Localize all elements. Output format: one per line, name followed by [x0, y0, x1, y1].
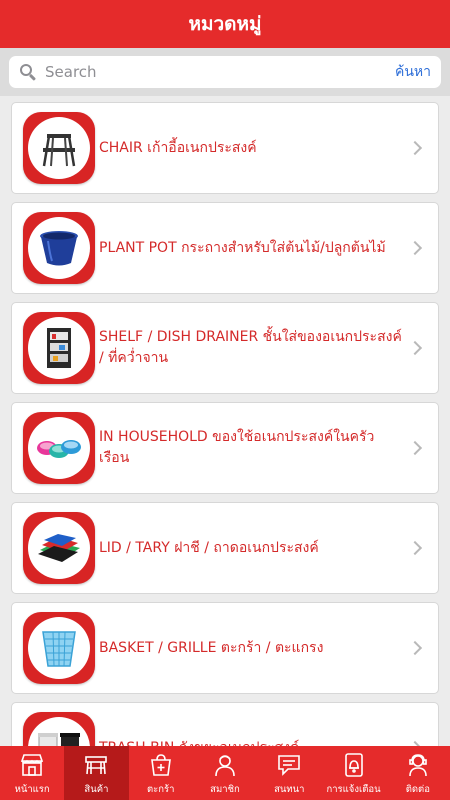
chevron-right-icon	[407, 140, 423, 156]
category-thumbnail	[23, 312, 95, 384]
category-thumbnail	[23, 712, 95, 746]
category-item-trash-bin[interactable]: TRASH BIN ถังขยะอเนกประสงค์	[11, 702, 439, 746]
notification-icon	[339, 750, 369, 780]
cart-icon	[146, 750, 176, 780]
tab-member[interactable]: สมาชิก	[193, 746, 257, 800]
contact-icon	[403, 750, 433, 780]
shelf-icon	[47, 328, 71, 368]
tab-label: ตะกร้า	[146, 784, 175, 795]
category-label: TRASH BIN ถังขยะอเนกประสงค์	[99, 738, 299, 747]
tray-icon	[38, 534, 80, 562]
chevron-right-icon	[407, 440, 423, 456]
category-list: CHAIR เก้าอี้อเนกประสงค์ PLANT POT กระถา…	[0, 96, 450, 746]
chevron-right-icon	[407, 540, 423, 556]
plant-pot-icon	[40, 231, 78, 266]
category-item-chair[interactable]: CHAIR เก้าอี้อเนกประสงค์	[11, 102, 439, 194]
tab-label: สนทนา	[274, 784, 305, 795]
tab-chat[interactable]: สนทนา	[257, 746, 321, 800]
category-thumbnail	[23, 212, 95, 284]
search-button[interactable]: ค้นหา	[395, 61, 431, 83]
category-item-plant-pot[interactable]: PLANT POT กระถางสำหรับใส่ต้นไม้/ปลูกต้นไ…	[11, 202, 439, 294]
search-bar: ค้นหา	[0, 48, 450, 96]
tab-label: สมาชิก	[210, 784, 240, 795]
tab-label: การแจ้งเตือน	[326, 784, 381, 795]
store-icon	[17, 750, 47, 780]
tab-home[interactable]: หน้าแรก	[0, 746, 64, 800]
category-label: CHAIR เก้าอี้อเนกประสงค์	[99, 139, 257, 156]
search-input[interactable]	[45, 63, 395, 81]
tab-label: สินค้า	[84, 784, 109, 795]
category-label: LID / TARY ฝาชี / ถาดอเนกประสงค์	[99, 539, 319, 556]
basket-icon	[42, 631, 76, 667]
category-thumbnail	[23, 412, 95, 484]
tab-contact[interactable]: ติดต่อ	[386, 746, 450, 800]
bottom-tab-bar: หน้าแรก สินค้า ตะกร้า สมาชิก สนทนา การแจ…	[0, 746, 450, 800]
search-icon	[19, 63, 37, 81]
tab-products[interactable]: สินค้า	[64, 746, 129, 800]
page-title: หมวดหมู่	[188, 13, 262, 35]
category-label: BASKET / GRILLE ตะกร้า / ตะแกรง	[99, 639, 324, 656]
product-icon	[81, 750, 111, 780]
member-icon	[210, 750, 240, 780]
chevron-right-icon	[407, 340, 423, 356]
header-bar: หมวดหมู่	[0, 0, 450, 48]
tab-label: ติดต่อ	[405, 784, 430, 795]
category-label: IN HOUSEHOLD ของใช้อเนกประสงค์ในครัวเรือ…	[99, 429, 375, 466]
search-box[interactable]: ค้นหา	[9, 56, 441, 88]
category-thumbnail	[23, 112, 95, 184]
tab-cart[interactable]: ตะกร้า	[129, 746, 193, 800]
tab-label: หน้าแรก	[14, 784, 50, 795]
category-thumbnail	[23, 612, 95, 684]
chevron-right-icon	[407, 240, 423, 256]
category-thumbnail	[23, 512, 95, 584]
chat-icon	[274, 750, 304, 780]
step-stool-icon	[42, 134, 76, 167]
category-item-shelf[interactable]: SHELF / DISH DRAINER ชั้นใส่ของอเนกประสง…	[11, 302, 439, 394]
chevron-right-icon	[407, 640, 423, 656]
category-label: SHELF / DISH DRAINER ชั้นใส่ของอเนกประสง…	[99, 329, 402, 366]
category-label: PLANT POT กระถางสำหรับใส่ต้นไม้/ปลูกต้นไ…	[99, 239, 386, 256]
household-bowls-icon	[37, 440, 81, 458]
category-item-lid-tray[interactable]: LID / TARY ฝาชี / ถาดอเนกประสงค์	[11, 502, 439, 594]
tab-notifications[interactable]: การแจ้งเตือน	[321, 746, 385, 800]
trash-bin-icon	[38, 733, 80, 746]
category-item-basket[interactable]: BASKET / GRILLE ตะกร้า / ตะแกรง	[11, 602, 439, 694]
category-item-household[interactable]: IN HOUSEHOLD ของใช้อเนกประสงค์ในครัวเรือ…	[11, 402, 439, 494]
